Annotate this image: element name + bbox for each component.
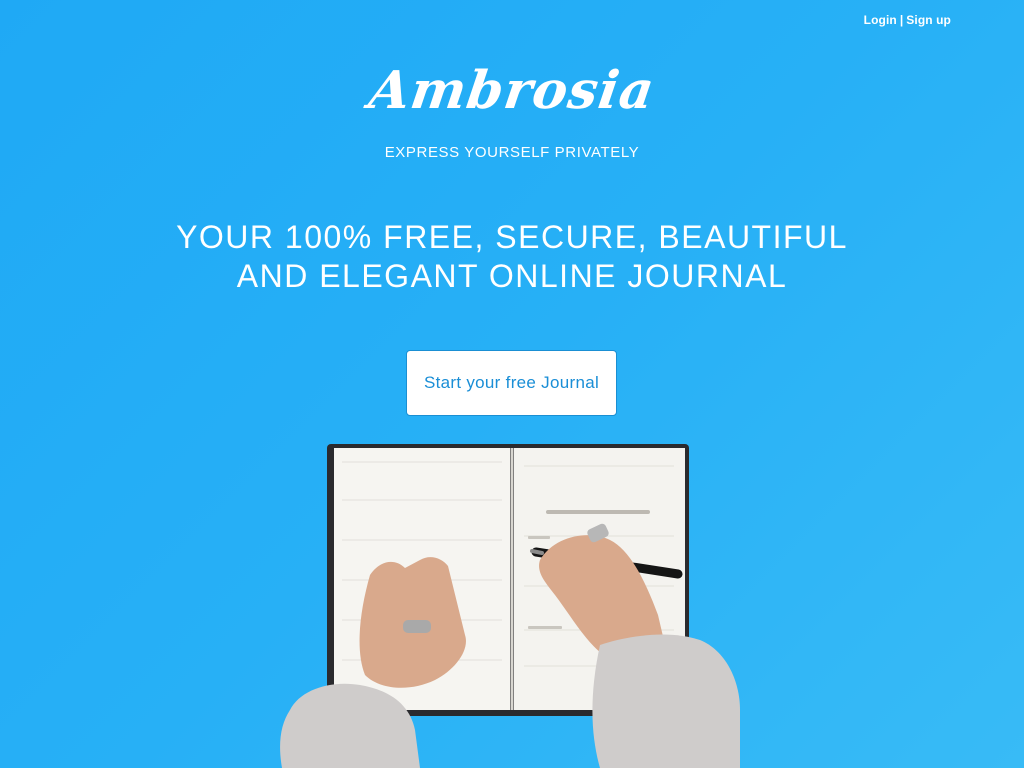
hero-headline-line-2: AND ELEGANT ONLINE JOURNAL [236, 258, 788, 294]
writing-mark [528, 536, 550, 539]
brand-logo: Ambrosia [365, 60, 659, 121]
left-ring [403, 620, 431, 633]
writing-mark [546, 510, 650, 514]
start-journal-button[interactable]: Start your free Journal [406, 350, 617, 416]
right-sleeve [592, 634, 740, 768]
nav-separator: | [899, 13, 904, 27]
signup-link[interactable]: Sign up [906, 13, 951, 27]
writing-mark [528, 626, 562, 629]
hero-headline-line-1: YOUR 100% FREE, SECURE, BEAUTIFUL [176, 219, 848, 255]
login-link[interactable]: Login [864, 13, 897, 27]
hero-headline: YOUR 100% FREE, SECURE, BEAUTIFUL AND EL… [0, 218, 1024, 296]
brand-tagline: EXPRESS YOURSELF PRIVATELY [384, 144, 640, 161]
top-nav: Login | Sign up [864, 13, 951, 27]
journal-writing-illustration [280, 444, 740, 768]
